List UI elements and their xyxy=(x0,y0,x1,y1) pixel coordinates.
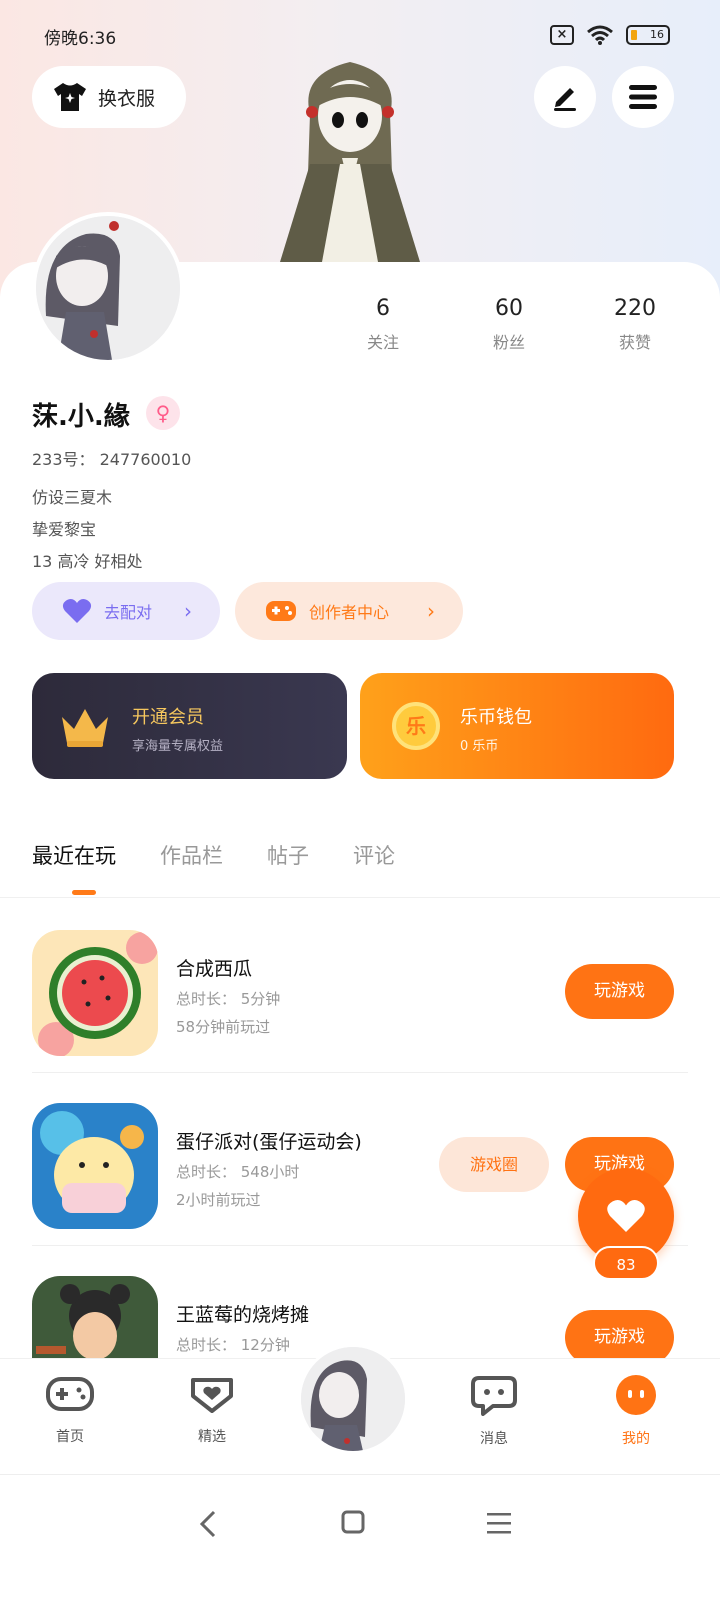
play-game-button[interactable]: 玩游戏 xyxy=(565,1310,674,1365)
wifi-icon xyxy=(587,25,613,45)
status-bar: 傍晚6:36 × 16 xyxy=(0,18,720,54)
nav-item-featured[interactable]: 精选 xyxy=(172,1374,252,1446)
gamepad-icon xyxy=(266,601,296,621)
game-icon-eggy-party xyxy=(32,1103,158,1229)
nav-avatar-button[interactable] xyxy=(298,1344,408,1454)
heart-icon xyxy=(607,1200,645,1232)
stat-value: 60 xyxy=(495,296,523,321)
stat-value: 220 xyxy=(614,296,656,321)
nav-label: 消息 xyxy=(480,1431,508,1447)
avatar[interactable] xyxy=(32,212,184,364)
avatar-image xyxy=(301,1347,405,1451)
heart-icon xyxy=(62,599,92,623)
divider xyxy=(0,897,720,898)
status-icons: × 16 xyxy=(550,24,670,46)
creator-center-button[interactable]: 创作者中心 › xyxy=(235,582,463,640)
recents-icon[interactable] xyxy=(486,1511,512,1535)
battery-level: 16 xyxy=(650,28,664,41)
stat-likes[interactable]: 220 获赞 xyxy=(572,296,698,353)
like-count-badge: 83 xyxy=(593,1246,659,1280)
wallet-balance: 0 乐币 xyxy=(460,739,499,754)
game-name: 蛋仔派对(蛋仔运动会) xyxy=(176,1131,362,1153)
stat-label: 获赞 xyxy=(618,333,651,352)
avatar-character-figure[interactable] xyxy=(270,54,430,264)
tab-indicator xyxy=(72,890,96,895)
pencil-icon xyxy=(554,88,576,111)
stat-value: 6 xyxy=(376,296,390,321)
chat-icon xyxy=(471,1376,517,1416)
game-duration: 总时长： 548小时 xyxy=(176,1163,300,1181)
vip-title: 开通会员 xyxy=(132,707,204,728)
game-row[interactable]: 合成西瓜 总时长： 5分钟 58分钟前玩过 玩游戏 xyxy=(0,900,720,1073)
chevron-right-icon: › xyxy=(427,599,435,623)
nav-label: 我的 xyxy=(622,1431,650,1447)
sim-icon: × xyxy=(550,25,574,45)
stat-label: 关注 xyxy=(366,333,399,352)
stat-label: 粉丝 xyxy=(492,333,525,352)
nav-label: 首页 xyxy=(56,1429,84,1445)
change-outfit-label: 换衣服 xyxy=(98,87,156,110)
user-id[interactable]: 233号： 247760010 xyxy=(32,446,191,470)
bio-line: 13 高冷 好相处 xyxy=(32,552,143,571)
nav-item-me[interactable]: 我的 xyxy=(596,1374,676,1448)
username: 莯.小.緣 xyxy=(32,402,130,432)
nav-item-home[interactable]: 首页 xyxy=(30,1374,110,1446)
stat-following[interactable]: 6 关注 xyxy=(320,296,446,353)
vip-subtitle: 享海量专属权益 xyxy=(132,739,224,754)
game-duration: 总时长： 5分钟 xyxy=(176,990,281,1008)
profile-tabs: 最近在玩 作品栏 帖子 评论 xyxy=(32,840,395,870)
crown-icon xyxy=(62,709,108,747)
wallet-title: 乐币钱包 xyxy=(460,707,532,728)
tab-posts[interactable]: 帖子 xyxy=(267,840,309,870)
face-icon xyxy=(616,1375,656,1415)
game-last-played: 58分钟前玩过 xyxy=(176,1018,271,1036)
tab-works[interactable]: 作品栏 xyxy=(160,840,223,870)
edit-profile-button[interactable] xyxy=(534,66,596,128)
shirt-icon xyxy=(54,83,86,111)
match-button[interactable]: 去配对 › xyxy=(32,582,220,640)
gamepad-icon xyxy=(46,1377,94,1411)
battery-icon: 16 xyxy=(626,25,670,45)
coin-icon: 乐 xyxy=(392,702,440,750)
avatar-image xyxy=(36,216,180,360)
game-last-played: 2小时前玩过 xyxy=(176,1191,261,1209)
status-time: 傍晚6:36 xyxy=(44,29,117,49)
game-circle-button[interactable]: 游戏圈 xyxy=(439,1137,549,1192)
match-label: 去配对 xyxy=(104,603,153,622)
home-icon[interactable] xyxy=(340,1509,366,1535)
back-icon[interactable] xyxy=(196,1509,222,1539)
stat-followers[interactable]: 60 粉丝 xyxy=(446,296,572,353)
chevron-right-icon: › xyxy=(184,599,192,623)
creator-center-label: 创作者中心 xyxy=(309,603,390,622)
bio-line: 仿设三夏木 xyxy=(32,488,113,507)
game-name: 王蓝莓的烧烤摊 xyxy=(176,1304,310,1326)
gender-female-icon: ♀ xyxy=(146,396,180,430)
game-icon-watermelon xyxy=(32,930,158,1056)
system-navigation-bar xyxy=(0,1474,720,1600)
play-game-button[interactable]: 玩游戏 xyxy=(565,964,674,1019)
stats-row: 6 关注 60 粉丝 220 获赞 xyxy=(320,296,700,353)
menu-icon xyxy=(629,85,657,109)
vip-membership-card[interactable]: 开通会员 享海量专属权益 xyxy=(32,673,347,779)
tab-recently-played[interactable]: 最近在玩 xyxy=(32,840,116,870)
tab-comments[interactable]: 评论 xyxy=(353,840,395,870)
menu-button[interactable] xyxy=(612,66,674,128)
bio-line: 挚爱黎宝 xyxy=(32,520,97,539)
nav-item-messages[interactable]: 消息 xyxy=(454,1374,534,1448)
heart-shield-icon xyxy=(191,1378,233,1413)
game-duration: 总时长： 12分钟 xyxy=(176,1336,290,1354)
nav-label: 精选 xyxy=(198,1429,226,1445)
change-outfit-button[interactable]: 换衣服 xyxy=(32,66,186,128)
coin-wallet-card[interactable]: 乐 乐币钱包 0 乐币 xyxy=(360,673,674,779)
game-name: 合成西瓜 xyxy=(176,958,253,980)
